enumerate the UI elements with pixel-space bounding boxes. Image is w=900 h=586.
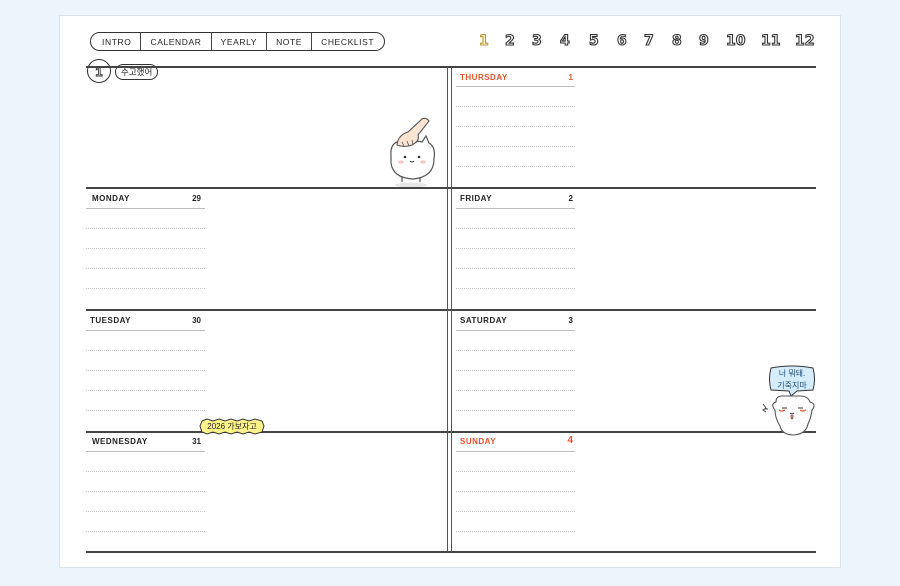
writing-line [456, 228, 575, 229]
day-label-wednesday: WEDNESDAY [92, 437, 148, 446]
day-number-friday: 2 [568, 194, 573, 203]
writing-line [86, 248, 205, 249]
day-number-wednesday: 31 [192, 437, 201, 446]
speech-line-2: 기죽지마 [777, 381, 807, 390]
divider-bottom [86, 551, 816, 553]
month-link-12[interactable]: 12 [794, 32, 815, 49]
writing-line [86, 370, 205, 371]
writing-line [86, 390, 205, 391]
writing-line [86, 491, 205, 492]
day-underline [456, 330, 575, 331]
writing-line [456, 166, 575, 167]
day-label-friday: FRIDAY [460, 194, 493, 203]
planner-page [59, 15, 841, 568]
month-link-1[interactable]: 1 [478, 32, 489, 49]
writing-line [456, 511, 575, 512]
center-fold-left [447, 67, 448, 551]
month-nav: 1 2 3 4 5 6 7 8 9 10 11 12 [0, 32, 900, 51]
writing-line [456, 126, 575, 127]
month-link-9[interactable]: 9 [698, 32, 709, 49]
writing-line [456, 146, 575, 147]
day-underline [86, 330, 205, 331]
speech-line-1: 너 뭐돼. [778, 369, 806, 378]
day-label-monday: MONDAY [92, 194, 130, 203]
day-label-thursday: THURSDAY [460, 73, 508, 82]
writing-line [456, 370, 575, 371]
center-fold-right [451, 67, 452, 551]
writing-line [86, 511, 205, 512]
writing-line [456, 106, 575, 107]
writing-line [86, 471, 205, 472]
year-sticker-text: 2026 가보자고 [207, 422, 257, 431]
year-sticker: 2026 가보자고 [199, 418, 265, 435]
month-link-4[interactable]: 4 [559, 32, 570, 49]
month-link-11[interactable]: 11 [760, 32, 781, 49]
day-label-sunday: SUNDAY [460, 437, 497, 446]
writing-line [456, 390, 575, 391]
month-link-3[interactable]: 3 [531, 32, 542, 49]
writing-line [456, 410, 575, 411]
month-link-8[interactable]: 8 [671, 32, 682, 49]
writing-line [456, 531, 575, 532]
month-link-6[interactable]: 6 [616, 32, 627, 49]
day-number-thursday: 1 [568, 73, 573, 82]
writing-line [456, 350, 575, 351]
cat-pat-sticker-icon [390, 117, 436, 187]
month-link-7[interactable]: 7 [643, 32, 654, 49]
day-underline [456, 451, 575, 452]
day-number-monday: 29 [192, 194, 201, 203]
day-label-saturday: SATURDAY [460, 316, 508, 325]
month-number-badge: 1 [87, 59, 111, 83]
writing-line [456, 288, 575, 289]
writing-line [456, 248, 575, 249]
day-underline [456, 86, 575, 87]
day-underline [456, 208, 575, 209]
writing-line [86, 228, 205, 229]
speech-bubble-sticker: 너 뭐돼. 기죽지마 [767, 364, 817, 396]
cat-sticker-icon [762, 395, 815, 436]
writing-line [456, 491, 575, 492]
month-link-10[interactable]: 10 [725, 32, 746, 49]
day-number-saturday: 3 [568, 316, 573, 325]
month-link-2[interactable]: 2 [504, 32, 515, 49]
day-underline [86, 451, 205, 452]
day-number-sunday: 4 [567, 435, 573, 446]
writing-line [456, 471, 575, 472]
writing-line [86, 531, 205, 532]
month-link-5[interactable]: 5 [588, 32, 599, 49]
writing-line [86, 350, 205, 351]
writing-line [86, 268, 205, 269]
day-number-tuesday: 30 [192, 316, 201, 325]
writing-line [456, 268, 575, 269]
day-label-tuesday: TUESDAY [90, 316, 131, 325]
day-underline [86, 208, 205, 209]
writing-line [86, 288, 205, 289]
writing-line [86, 410, 205, 411]
